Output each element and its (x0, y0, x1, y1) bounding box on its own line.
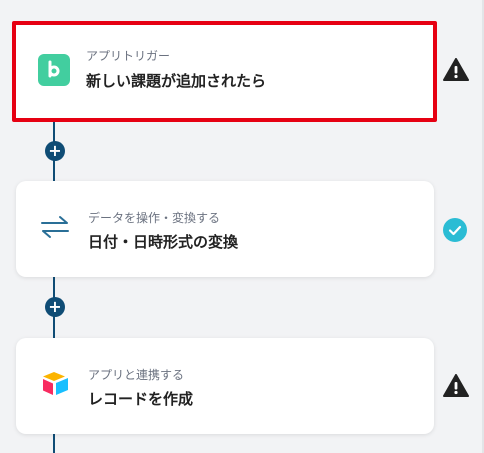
step-title: 新しい課題が追加されたら (86, 72, 267, 90)
flow-step-convert[interactable]: データを操作・変換する 日付・日時形式の変換 (16, 181, 434, 277)
step-title: レコードを作成 (88, 390, 194, 408)
check-circle-icon (443, 218, 467, 246)
warning-icon[interactable] (443, 58, 469, 86)
step-category: アプリと連携する (88, 368, 185, 382)
add-step-button[interactable]: + (45, 141, 65, 161)
airtable-app-icon (40, 370, 72, 402)
convert-arrows-icon (40, 214, 70, 244)
step-category: アプリトリガー (86, 49, 171, 63)
backlog-app-icon (38, 53, 70, 90)
add-step-button[interactable]: + (45, 297, 65, 317)
flow-step-create-record[interactable]: アプリと連携する レコードを作成 (16, 338, 434, 434)
warning-icon[interactable] (443, 374, 469, 402)
step-title: 日付・日時形式の変換 (88, 233, 239, 251)
flow-step-trigger[interactable]: アプリトリガー 新しい課題が追加されたら (12, 21, 437, 122)
step-category: データを操作・変換する (88, 211, 221, 225)
